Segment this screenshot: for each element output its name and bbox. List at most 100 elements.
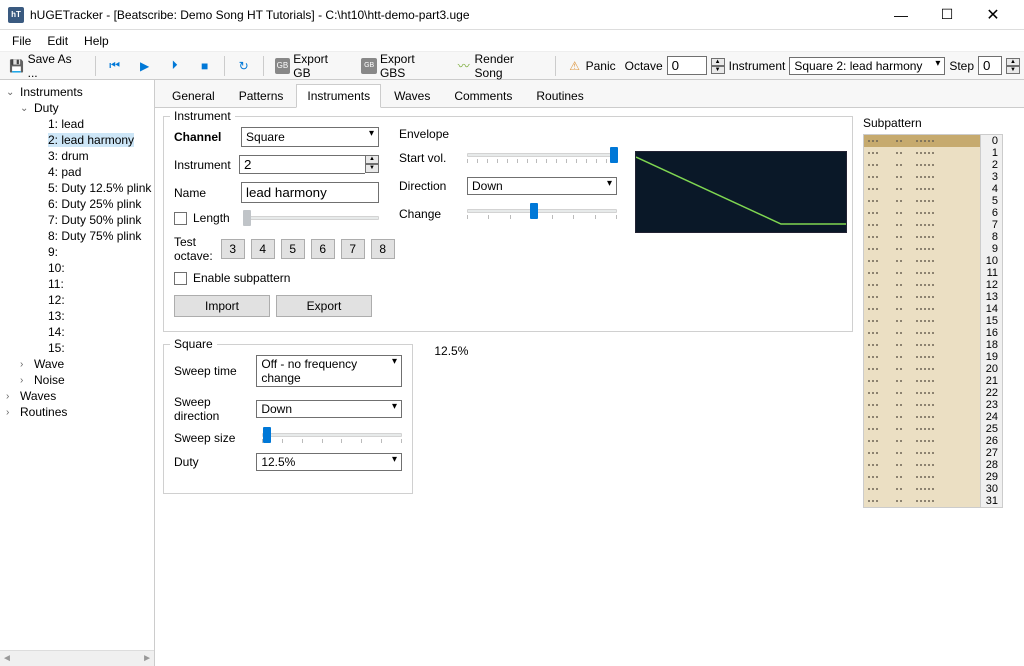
subpattern-row[interactable]: 21 [864, 375, 1002, 387]
tree-noise[interactable]: ›Noise [2, 372, 152, 388]
subpattern-row[interactable]: 1 [864, 147, 1002, 159]
tab-general[interactable]: General [161, 84, 226, 107]
menu-edit[interactable]: Edit [39, 32, 76, 50]
tree-duty-item[interactable]: 14: [2, 324, 152, 340]
subpattern-row[interactable]: 25 [864, 423, 1002, 435]
subpattern-row[interactable]: 30 [864, 483, 1002, 495]
step-input[interactable] [978, 56, 1002, 75]
tab-instruments[interactable]: Instruments [296, 84, 381, 108]
channel-combo[interactable]: Square [241, 127, 379, 147]
step-down[interactable]: ▼ [1006, 66, 1020, 74]
tree-duty-item[interactable]: 9: [2, 244, 152, 260]
export-button[interactable]: Export [276, 295, 372, 317]
subpattern-row[interactable]: 16 [864, 327, 1002, 339]
subpattern-grid[interactable]: 0123456789101112131415161819202122232425… [863, 134, 1003, 508]
subpattern-row[interactable]: 3 [864, 171, 1002, 183]
test-octave-6[interactable]: 6 [311, 239, 335, 259]
save-button[interactable]: 💾 Save As ... [4, 50, 89, 82]
sweep-direction-combo[interactable]: Down [256, 400, 402, 418]
tree-routines[interactable]: ›Routines [2, 404, 152, 420]
tree-duty-item[interactable]: 1: lead [2, 116, 152, 132]
tree-duty-item[interactable]: 10: [2, 260, 152, 276]
subpattern-row[interactable]: 12 [864, 279, 1002, 291]
tab-comments[interactable]: Comments [443, 84, 523, 107]
subpattern-row[interactable]: 27 [864, 447, 1002, 459]
tab-patterns[interactable]: Patterns [228, 84, 295, 107]
test-octave-5[interactable]: 5 [281, 239, 305, 259]
sweep-time-combo[interactable]: Off - no frequency change [256, 355, 402, 387]
test-octave-8[interactable]: 8 [371, 239, 395, 259]
subpattern-row[interactable]: 11 [864, 267, 1002, 279]
subpattern-row[interactable]: 2 [864, 159, 1002, 171]
tree-duty-item[interactable]: 11: [2, 276, 152, 292]
octave-down[interactable]: ▼ [711, 66, 725, 74]
subpattern-row[interactable]: 5 [864, 195, 1002, 207]
play-pattern-button[interactable]: ▶ [132, 56, 158, 76]
tree-duty-item[interactable]: 15: [2, 340, 152, 356]
tab-routines[interactable]: Routines [525, 84, 594, 107]
tree-root-instruments[interactable]: ⌄Instruments [2, 84, 152, 100]
subpattern-row[interactable]: 31 [864, 495, 1002, 507]
octave-input[interactable] [667, 56, 707, 75]
test-octave-4[interactable]: 4 [251, 239, 275, 259]
tree-waves[interactable]: ›Waves [2, 388, 152, 404]
tree-duty-item[interactable]: 5: Duty 12.5% plink [2, 180, 152, 196]
subpattern-row[interactable]: 8 [864, 231, 1002, 243]
tree-duty-item[interactable]: 7: Duty 50% plink [2, 212, 152, 228]
tree-duty[interactable]: ⌄Duty [2, 100, 152, 116]
subpattern-row[interactable]: 10 [864, 255, 1002, 267]
instrument-number-input[interactable]: ▲▼ [239, 155, 379, 174]
length-slider[interactable] [244, 216, 379, 220]
tree-duty-item[interactable]: 13: [2, 308, 152, 324]
subpattern-row[interactable]: 22 [864, 387, 1002, 399]
duty-combo[interactable]: 12.5% [256, 453, 402, 471]
instrument-name-input[interactable] [241, 182, 379, 203]
tree-duty-item[interactable]: 2: lead harmony [2, 132, 152, 148]
direction-combo[interactable]: Down [467, 177, 617, 195]
tree-duty-item[interactable]: 12: [2, 292, 152, 308]
subpattern-row[interactable]: 23 [864, 399, 1002, 411]
tree-duty-item[interactable]: 8: Duty 75% plink [2, 228, 152, 244]
test-octave-7[interactable]: 7 [341, 239, 365, 259]
subpattern-row[interactable]: 19 [864, 351, 1002, 363]
subpattern-row[interactable]: 13 [864, 291, 1002, 303]
menu-file[interactable]: File [4, 32, 39, 50]
subpattern-row[interactable]: 18 [864, 339, 1002, 351]
minimize-button[interactable]: — [878, 0, 924, 30]
subpattern-row[interactable]: 6 [864, 207, 1002, 219]
test-octave-3[interactable]: 3 [221, 239, 245, 259]
tree-duty-item[interactable]: 3: drum [2, 148, 152, 164]
tab-waves[interactable]: Waves [383, 84, 441, 107]
stop-button[interactable]: ■ [192, 56, 218, 76]
repeat-button[interactable]: ↻ [231, 56, 257, 76]
close-button[interactable]: ✕ [970, 0, 1016, 30]
change-slider[interactable] [467, 209, 617, 219]
subpattern-row[interactable]: 7 [864, 219, 1002, 231]
maximize-button[interactable]: ☐ [924, 0, 970, 30]
start-vol-slider[interactable] [467, 153, 617, 163]
tree-duty-item[interactable]: 4: pad [2, 164, 152, 180]
instrument-tree[interactable]: ⌄Instruments ⌄Duty 1: lead2: lead harmon… [0, 80, 155, 666]
export-gb-button[interactable]: GB Export GB [270, 50, 353, 82]
step-up[interactable]: ▲ [1006, 58, 1020, 66]
menu-help[interactable]: Help [76, 32, 117, 50]
rewind-button[interactable]: ⏮ [102, 56, 128, 76]
octave-up[interactable]: ▲ [711, 58, 725, 66]
panic-button[interactable]: ⚠ Panic [562, 56, 621, 76]
subpattern-row[interactable]: 14 [864, 303, 1002, 315]
subpattern-row[interactable]: 24 [864, 411, 1002, 423]
subpattern-row[interactable]: 28 [864, 459, 1002, 471]
subpattern-row[interactable]: 4 [864, 183, 1002, 195]
subpattern-row[interactable]: 15 [864, 315, 1002, 327]
subpattern-row[interactable]: 9 [864, 243, 1002, 255]
play-button[interactable]: ⏵ [162, 56, 188, 76]
import-button[interactable]: Import [174, 295, 270, 317]
instrument-combo[interactable]: Square 2: lead harmony [789, 57, 945, 75]
tree-duty-item[interactable]: 6: Duty 25% plink [2, 196, 152, 212]
render-button[interactable]: 〰 Render Song [451, 50, 549, 82]
enable-subpattern-checkbox[interactable] [174, 272, 187, 285]
subpattern-row[interactable]: 26 [864, 435, 1002, 447]
subpattern-row[interactable]: 29 [864, 471, 1002, 483]
sweep-size-slider[interactable] [262, 433, 402, 443]
length-checkbox[interactable] [174, 212, 187, 225]
